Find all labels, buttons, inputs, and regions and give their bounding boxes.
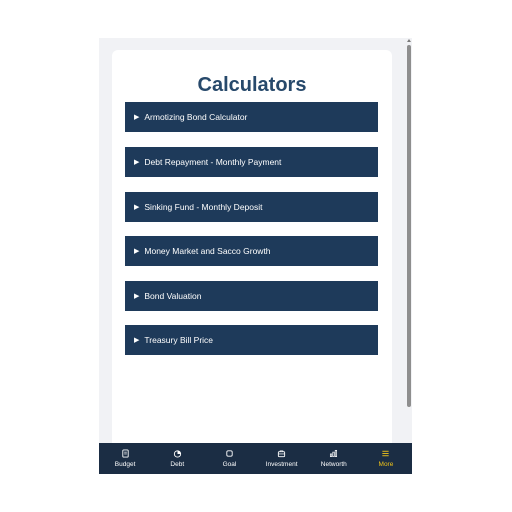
nav-label: Debt <box>170 461 185 468</box>
calculator-item-sinking-fund[interactable]: ▶ Sinking Fund - Monthly Deposit <box>125 192 378 222</box>
expand-triangle-icon: ▶ <box>134 293 140 300</box>
page-title: Calculators <box>197 74 307 96</box>
bottom-nav: Budget Debt Goal Investment Networth Mor… <box>99 443 412 474</box>
nav-label: Networth <box>320 461 347 468</box>
calculator-item-label: Sinking Fund - Monthly Deposit <box>144 202 263 212</box>
expand-triangle-icon: ▶ <box>134 114 140 121</box>
expand-triangle-icon: ▶ <box>134 204 140 211</box>
nav-item-networth[interactable]: Networth <box>308 443 360 474</box>
calculator-item-label: Bond Valuation <box>144 291 202 301</box>
scrollbar-thumb[interactable] <box>407 45 411 407</box>
expand-triangle-icon: ▶ <box>134 337 140 344</box>
expand-triangle-icon: ▶ <box>134 159 140 166</box>
nav-item-debt[interactable]: Debt <box>151 443 203 474</box>
calculator-item-label: Armotizing Bond Calculator <box>144 112 248 122</box>
networth-icon <box>330 449 338 458</box>
nav-label: Goal <box>222 461 237 468</box>
investment-icon <box>277 450 286 458</box>
nav-label: Budget <box>114 461 136 468</box>
nav-item-goal[interactable]: Goal <box>203 443 255 474</box>
calculator-item-bond-valuation[interactable]: ▶ Bond Valuation <box>125 281 378 311</box>
calculator-item-money-market[interactable]: ▶ Money Market and Sacco Growth <box>125 236 378 266</box>
calculator-item-treasury-bill[interactable]: ▶ Treasury Bill Price <box>125 325 378 355</box>
nav-label: More <box>378 461 394 468</box>
expand-triangle-icon: ▶ <box>134 248 140 255</box>
calculator-item-label: Treasury Bill Price <box>144 335 214 345</box>
calculator-item-debt-repayment[interactable]: ▶ Debt Repayment - Monthly Payment <box>125 147 378 177</box>
scroll-up-arrow-icon[interactable] <box>407 39 411 42</box>
nav-item-budget[interactable]: Budget <box>99 443 151 474</box>
menu-icon <box>382 450 390 457</box>
calculator-item-label: Money Market and Sacco Growth <box>144 246 271 256</box>
app-viewport: Calculators ▶ Armotizing Bond Calculator… <box>99 38 412 474</box>
debt-icon <box>173 450 181 458</box>
nav-item-more[interactable]: More <box>360 443 412 474</box>
calculator-item-amortizing-bond[interactable]: ▶ Armotizing Bond Calculator <box>125 102 378 132</box>
nav-label: Investment <box>265 461 298 468</box>
goal-icon <box>226 450 233 457</box>
calculator-item-label: Debt Repayment - Monthly Payment <box>144 157 282 167</box>
calculators-card: Calculators ▶ Armotizing Bond Calculator… <box>112 50 392 450</box>
nav-item-investment[interactable]: Investment <box>256 443 308 474</box>
budget-icon <box>121 449 129 458</box>
